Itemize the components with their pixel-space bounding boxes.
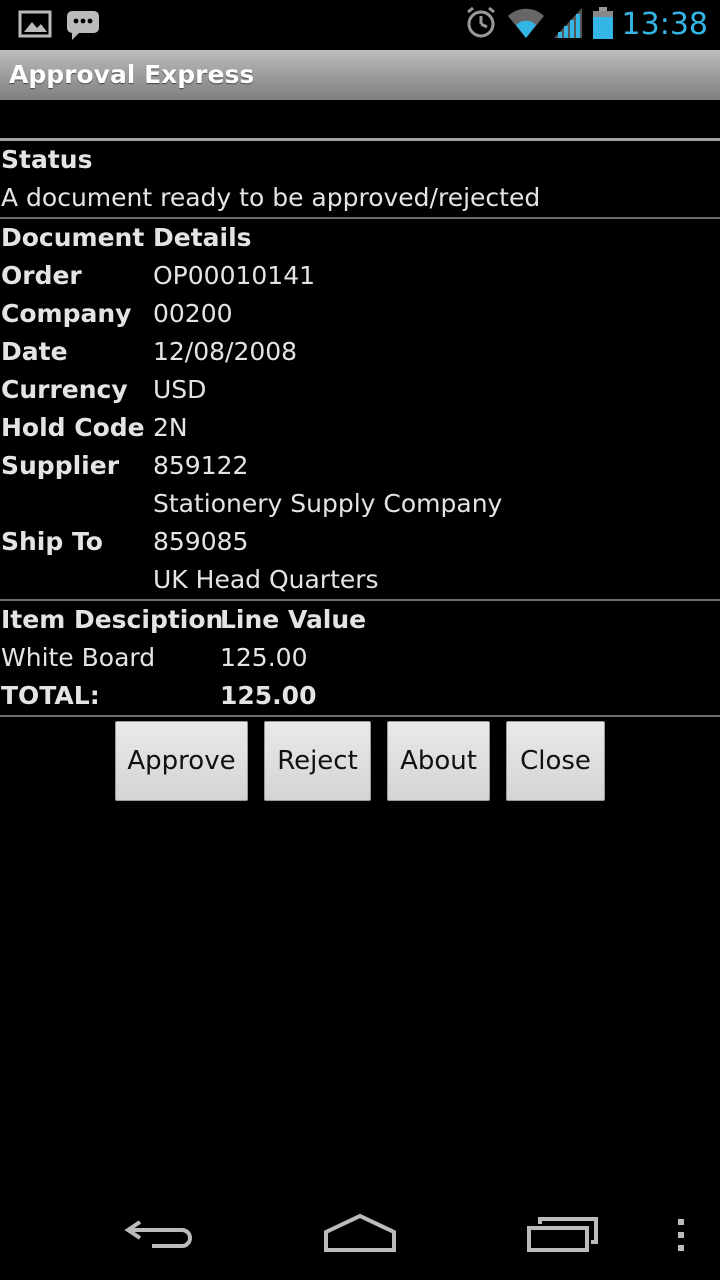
overflow-menu-icon[interactable] (676, 1218, 686, 1256)
detail-row-supplier-name: Stationery Supply Company (0, 485, 720, 523)
detail-value: 00200 (153, 299, 233, 328)
battery-icon (592, 6, 614, 44)
recent-apps-icon[interactable] (526, 1214, 600, 1258)
detail-value: Stationery Supply Company (153, 489, 503, 518)
document-content: Status A document ready to be approved/r… (0, 141, 720, 803)
about-button[interactable]: About (387, 721, 490, 801)
item-row: White Board 125.00 (0, 639, 720, 677)
home-icon[interactable] (322, 1212, 398, 1258)
detail-label: Hold Code (1, 413, 145, 442)
detail-label: Company (1, 299, 132, 328)
detail-row-ship-to-name: UK Head Quarters (0, 561, 720, 599)
detail-value: 859122 (153, 451, 249, 480)
wifi-icon (506, 6, 546, 44)
items-header-row: Item Desciption Line Value (0, 601, 720, 639)
detail-row-ship-to: Ship To 859085 (0, 523, 720, 561)
system-icons: 13:38 (464, 6, 708, 44)
detail-row-date: Date 12/08/2008 (0, 333, 720, 371)
item-value: 125.00 (220, 643, 308, 672)
detail-label: Order (1, 261, 82, 290)
detail-row-supplier: Supplier 859122 (0, 447, 720, 485)
picture-icon (18, 9, 52, 45)
total-row: TOTAL: 125.00 (0, 677, 720, 715)
detail-value: UK Head Quarters (153, 565, 379, 594)
items-header-description: Item Desciption (1, 605, 224, 634)
title-bar: Approval Express (0, 50, 720, 100)
detail-value: OP00010141 (153, 261, 315, 290)
status-bar: 13:38 (0, 0, 720, 50)
signal-icon (553, 6, 584, 44)
detail-value: 2N (153, 413, 188, 442)
detail-row-company: Company 00200 (0, 295, 720, 333)
action-buttons: Approve Reject About Close (0, 717, 720, 803)
reject-button[interactable]: Reject (264, 721, 371, 801)
detail-value: USD (153, 375, 207, 404)
total-value: 125.00 (220, 681, 317, 710)
detail-label: Currency (1, 375, 128, 404)
items-header-value: Line Value (220, 605, 367, 634)
detail-label: Supplier (1, 451, 120, 480)
navigation-bar (0, 1190, 720, 1280)
detail-label: Ship To (1, 527, 103, 556)
status-heading: Status (1, 145, 93, 174)
alarm-icon (464, 6, 498, 44)
close-button[interactable]: Close (506, 721, 605, 801)
status-text: A document ready to be approved/rejected (1, 183, 541, 212)
chat-icon (66, 9, 100, 45)
clock: 13:38 (621, 7, 708, 42)
approve-button[interactable]: Approve (115, 721, 248, 801)
detail-row-hold-code: Hold Code 2N (0, 409, 720, 447)
notification-icons (18, 9, 100, 45)
detail-row-currency: Currency USD (0, 371, 720, 409)
details-heading: Document Details (1, 223, 252, 252)
app-title: Approval Express (9, 60, 255, 89)
total-label: TOTAL: (1, 681, 100, 710)
detail-row-order: Order OP00010141 (0, 257, 720, 295)
detail-value: 12/08/2008 (153, 337, 298, 366)
back-icon[interactable] (124, 1214, 196, 1258)
detail-label: Date (1, 337, 68, 366)
item-description: White Board (1, 643, 156, 672)
detail-value: 859085 (153, 527, 249, 556)
